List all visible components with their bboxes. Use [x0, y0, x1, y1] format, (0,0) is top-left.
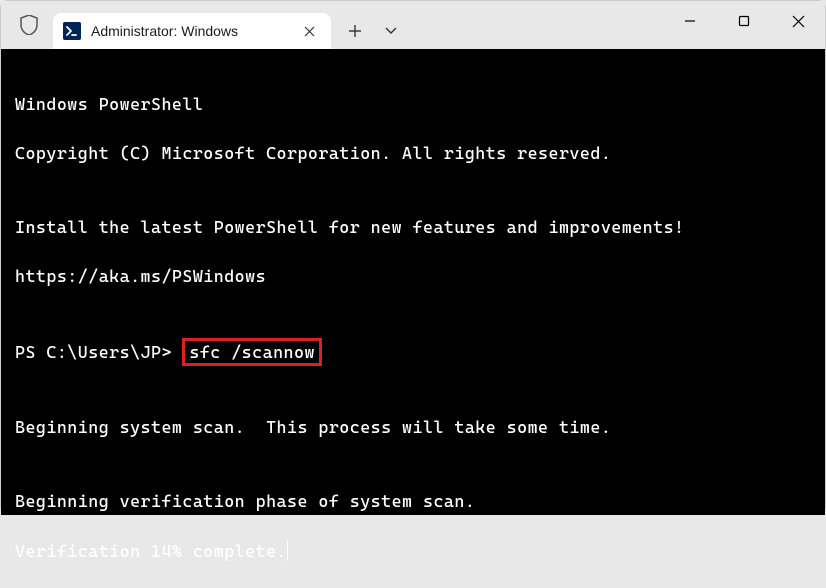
terminal-line: Verification 14% complete.: [15, 539, 811, 564]
prompt: PS C:\Users\JP>: [15, 342, 182, 362]
terminal-output[interactable]: Windows PowerShell Copyright (C) Microso…: [1, 49, 825, 515]
tab-dropdown-button[interactable]: [373, 13, 409, 49]
terminal-line: Install the latest PowerShell for new fe…: [15, 215, 811, 240]
terminal-line: https://aka.ms/PSWindows: [15, 264, 811, 289]
terminal-line: Beginning verification phase of system s…: [15, 489, 811, 514]
tab-title: Administrator: Windows: [91, 23, 291, 39]
minimize-button[interactable]: [663, 1, 717, 41]
command-highlight: sfc /scannow: [182, 338, 322, 366]
powershell-icon: [63, 22, 81, 40]
close-button[interactable]: [771, 1, 825, 41]
terminal-text: Verification 14% complete.: [15, 541, 287, 561]
terminal-line: Beginning system scan. This process will…: [15, 415, 811, 440]
titlebar: Administrator: Windows: [1, 1, 825, 49]
active-tab[interactable]: Administrator: Windows: [53, 13, 331, 49]
maximize-button[interactable]: [717, 1, 771, 41]
new-tab-button[interactable]: [337, 13, 373, 49]
cursor: [287, 541, 288, 561]
terminal-line: Windows PowerShell: [15, 92, 811, 117]
terminal-line: Copyright (C) Microsoft Corporation. All…: [15, 141, 811, 166]
tab-close-button[interactable]: [299, 21, 319, 41]
window-controls: [663, 1, 825, 41]
terminal-prompt-line: PS C:\Users\JP> sfc /scannow: [15, 338, 811, 366]
shield-icon: [19, 15, 39, 35]
